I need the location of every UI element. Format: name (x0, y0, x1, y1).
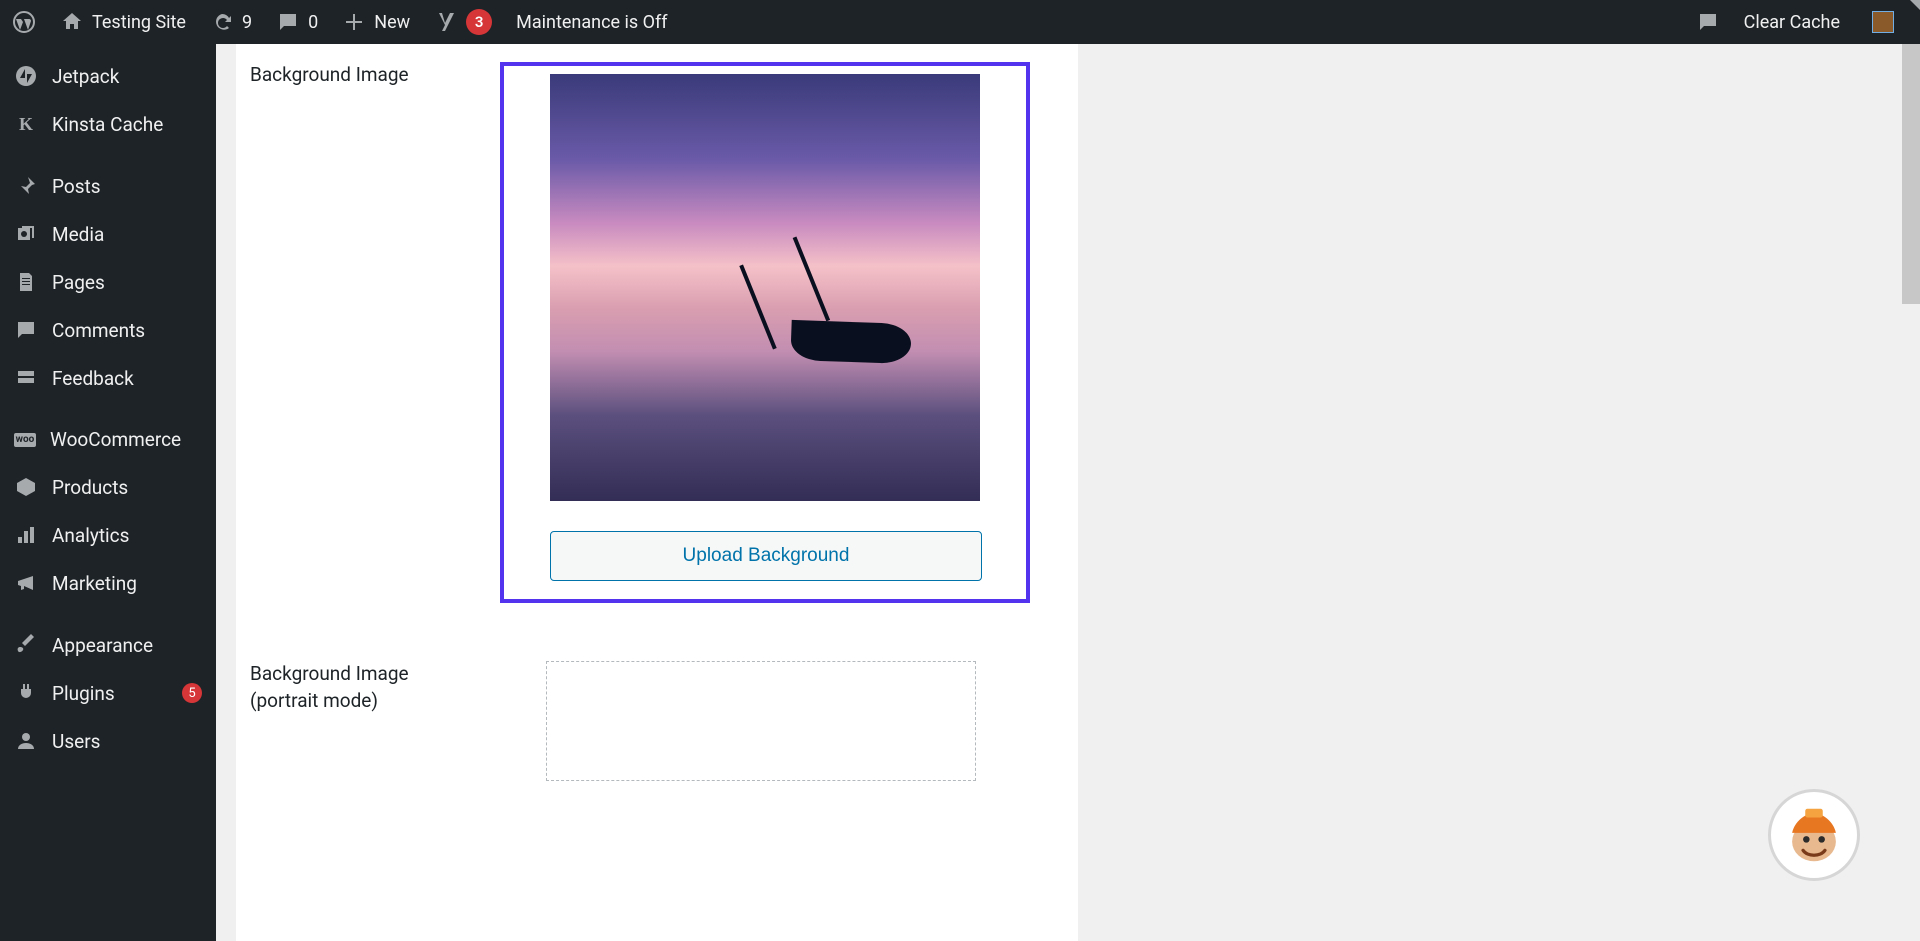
comments-count: 0 (308, 12, 318, 33)
sidebar-item-plugins[interactable]: Plugins 5 (0, 669, 216, 717)
products-icon (14, 475, 38, 499)
clear-cache-button[interactable]: Clear Cache (1732, 0, 1852, 44)
sidebar-item-label: Pages (52, 271, 105, 294)
sidebar-separator (0, 402, 216, 416)
sidebar-item-label: Feedback (52, 367, 134, 390)
field-background-image: Background Image Upload Background (236, 44, 1078, 621)
wordpress-icon (12, 10, 36, 34)
page-icon (14, 270, 38, 294)
bg-image-highlight: Upload Background (500, 62, 1030, 603)
sidebar-item-marketing[interactable]: Marketing (0, 559, 216, 607)
help-mascot-button[interactable] (1768, 789, 1860, 881)
maintenance-toggle[interactable]: Maintenance is Off (504, 0, 679, 44)
wordpress-logo-menu[interactable] (0, 0, 48, 44)
pin-icon (14, 174, 38, 198)
updates-link[interactable]: 9 (198, 0, 264, 44)
sidebar-item-label: Plugins (52, 682, 115, 705)
home-icon (60, 10, 84, 34)
new-content-link[interactable]: New (330, 0, 422, 44)
sidebar-item-kinsta[interactable]: K Kinsta Cache (0, 100, 216, 148)
yoast-icon (434, 10, 458, 34)
comments-link[interactable]: 0 (264, 0, 330, 44)
brush-icon (14, 633, 38, 657)
mascot-icon (1779, 800, 1849, 870)
field-label-bg-portrait: Background Image (portrait mode) (250, 661, 480, 781)
sidebar-item-analytics[interactable]: Analytics (0, 511, 216, 559)
yoast-badge: 3 (466, 9, 492, 35)
scrollbar-thumb[interactable] (1902, 44, 1920, 304)
sidebar-item-label: Users (52, 730, 100, 753)
sidebar-item-label: Posts (52, 175, 101, 198)
bg-portrait-dropzone[interactable] (546, 661, 976, 781)
sidebar-item-comments[interactable]: Comments (0, 306, 216, 354)
content-area: Background Image Upload Background Backg… (216, 44, 1920, 941)
yoast-link[interactable]: 3 (422, 0, 504, 44)
sidebar-item-feedback[interactable]: Feedback (0, 354, 216, 402)
site-name: Testing Site (92, 12, 186, 33)
feedback-icon (14, 366, 38, 390)
plus-icon (342, 10, 366, 34)
kinsta-icon: K (14, 112, 38, 136)
comment-icon (276, 10, 300, 34)
jetpack-icon (14, 64, 38, 88)
notification-icon (1696, 10, 1720, 34)
admin-sidebar: Jetpack K Kinsta Cache Posts Media Pages… (0, 44, 216, 941)
user-icon (14, 729, 38, 753)
sidebar-item-label: Marketing (52, 572, 137, 595)
sidebar-separator (0, 148, 216, 162)
sidebar-separator (0, 607, 216, 621)
sidebar-item-jetpack[interactable]: Jetpack (0, 52, 216, 100)
sidebar-item-label: Comments (52, 319, 145, 342)
site-name-link[interactable]: Testing Site (48, 0, 198, 44)
plugins-update-badge: 5 (182, 683, 202, 703)
new-label: New (374, 12, 410, 33)
sidebar-item-label: WooCommerce (50, 428, 181, 451)
sidebar-item-products[interactable]: Products (0, 463, 216, 511)
sidebar-item-appearance[interactable]: Appearance (0, 621, 216, 669)
sidebar-item-pages[interactable]: Pages (0, 258, 216, 306)
media-icon (14, 222, 38, 246)
maintenance-label: Maintenance is Off (516, 12, 667, 33)
update-icon (210, 10, 234, 34)
sidebar-item-woocommerce[interactable]: woo WooCommerce (0, 416, 216, 463)
corner-indicator (1910, 0, 1920, 10)
settings-panel: Background Image Upload Background Backg… (236, 44, 1078, 941)
upload-background-button[interactable]: Upload Background (550, 531, 982, 581)
sidebar-item-label: Appearance (52, 634, 153, 657)
sidebar-item-label: Jetpack (52, 65, 119, 88)
admin-toolbar: Testing Site 9 0 New 3 Maintenance is Of… (0, 0, 1920, 44)
field-background-image-portrait: Background Image (portrait mode) (236, 621, 1078, 799)
user-avatar (1872, 11, 1894, 33)
analytics-icon (14, 523, 38, 547)
updates-count: 9 (242, 12, 252, 33)
sidebar-item-users[interactable]: Users (0, 717, 216, 765)
sidebar-item-label: Kinsta Cache (52, 113, 163, 136)
notifications-link[interactable] (1684, 0, 1732, 44)
clear-cache-label: Clear Cache (1744, 12, 1840, 33)
sidebar-item-posts[interactable]: Posts (0, 162, 216, 210)
sidebar-item-label: Analytics (52, 524, 129, 547)
woocommerce-icon: woo (14, 433, 36, 447)
megaphone-icon (14, 571, 38, 595)
sidebar-item-label: Media (52, 223, 104, 246)
sidebar-item-media[interactable]: Media (0, 210, 216, 258)
field-label-bg-image: Background Image (250, 62, 480, 603)
sidebar-item-label: Products (52, 476, 128, 499)
plugin-icon (14, 681, 38, 705)
comment-icon (14, 318, 38, 342)
bg-image-preview[interactable] (550, 74, 980, 501)
